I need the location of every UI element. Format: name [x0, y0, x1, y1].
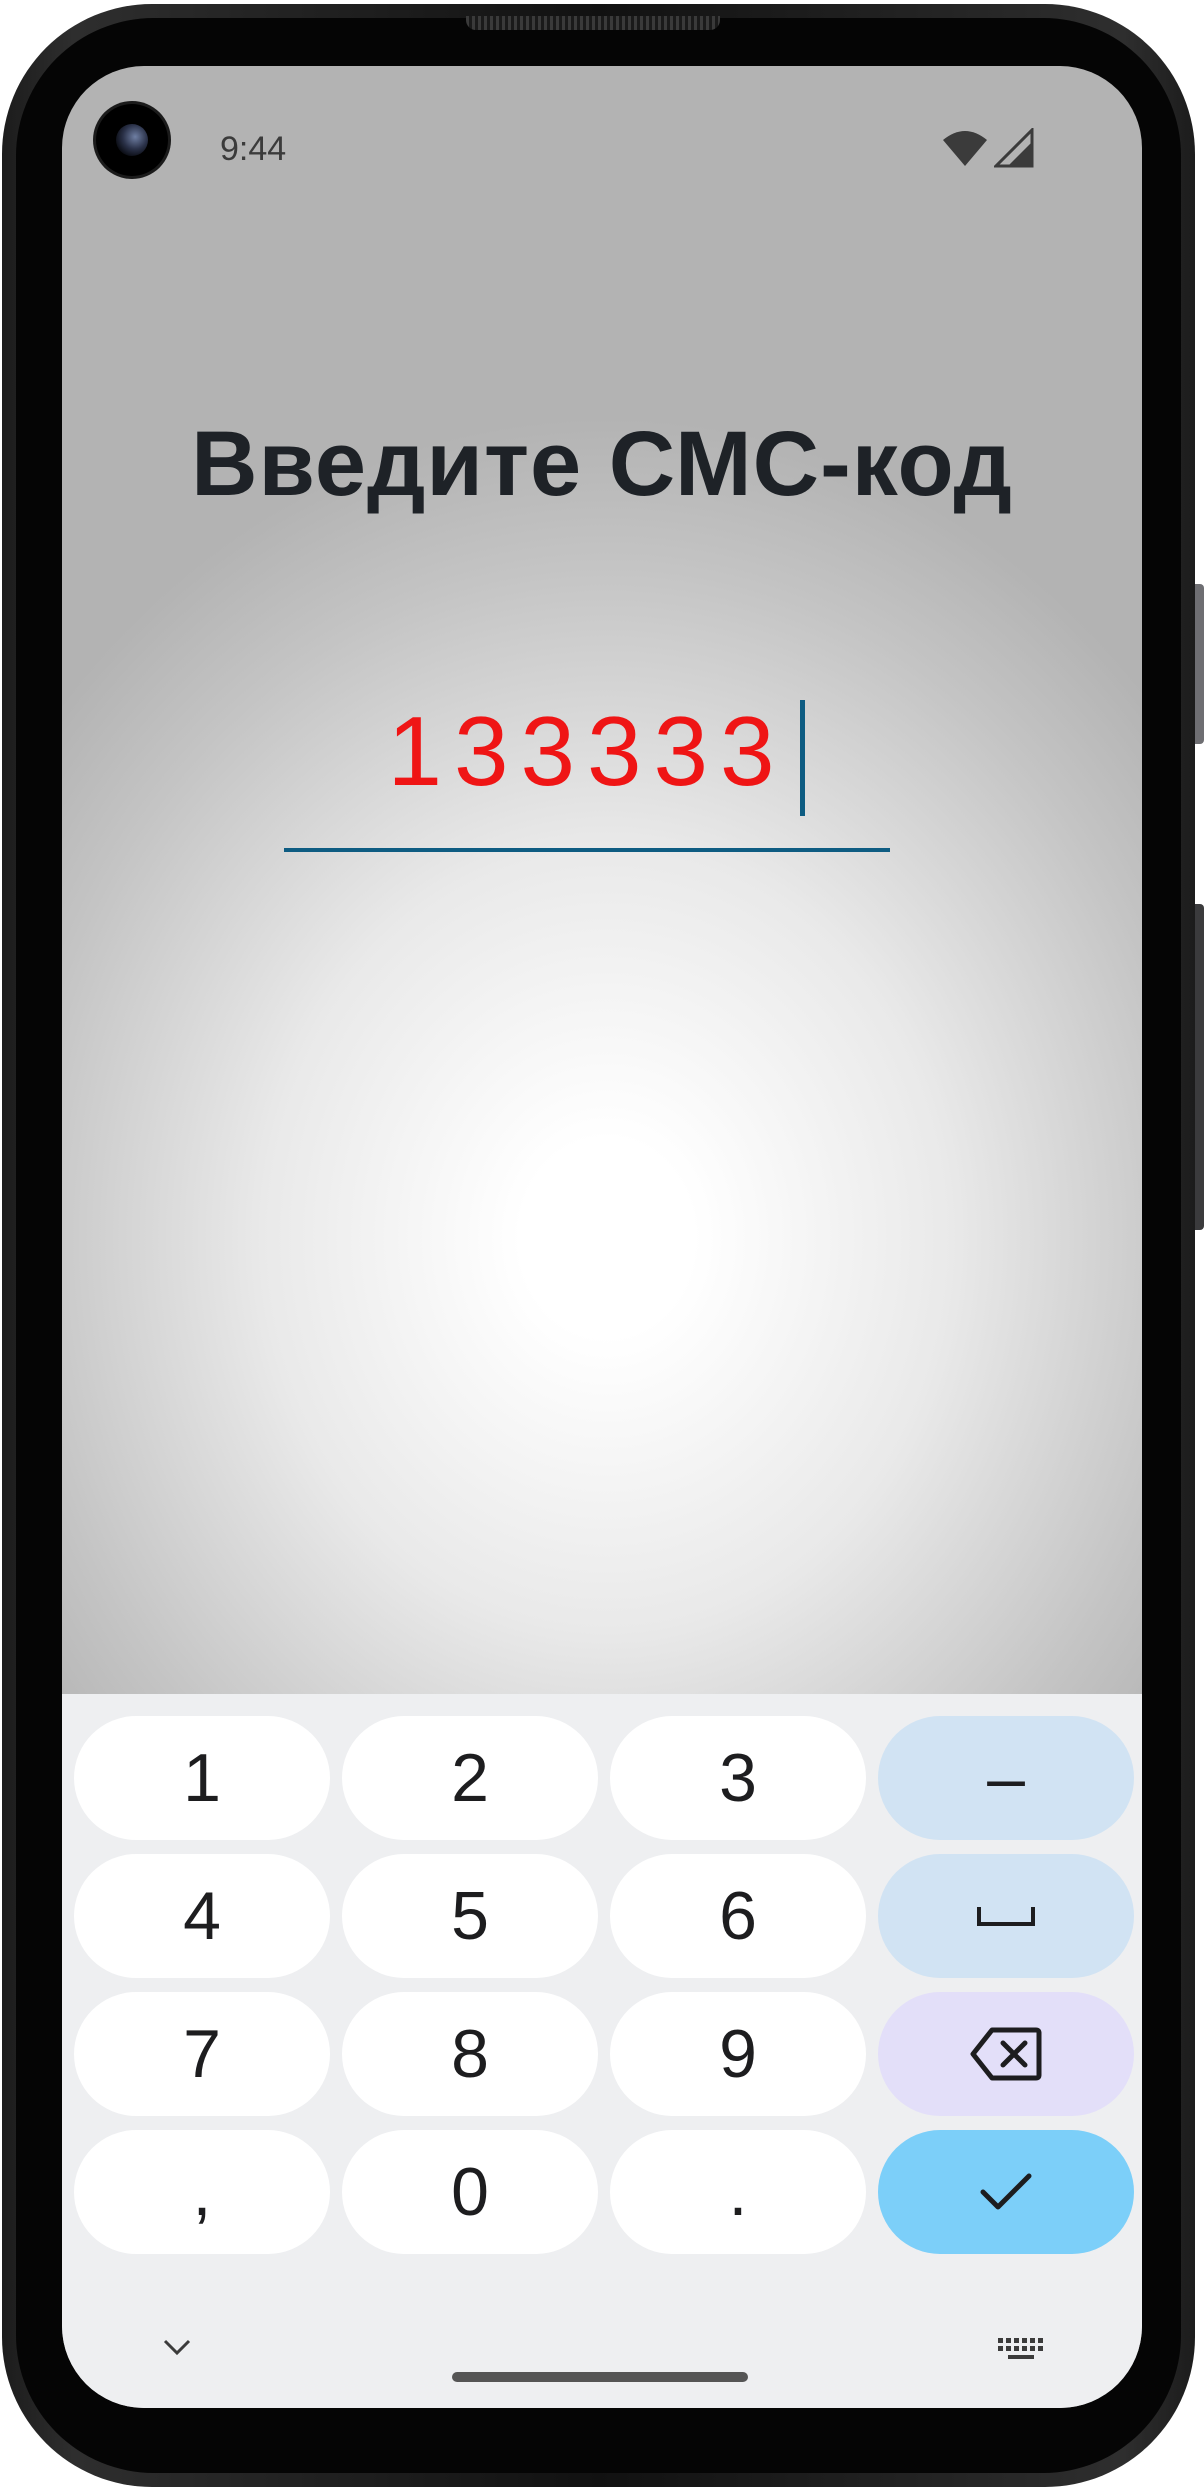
key-7[interactable]: 7: [74, 1992, 330, 2116]
key-done[interactable]: [878, 2130, 1134, 2254]
key-2[interactable]: 2: [342, 1716, 598, 1840]
phone-device: 9:44 Введите СМС-код 133333 1 2 3 – 4 5 …: [0, 0, 1204, 2491]
switch-keyboard-button[interactable]: [998, 2338, 1044, 2367]
front-camera: [96, 104, 168, 176]
key-5[interactable]: 5: [342, 1854, 598, 1978]
key-6[interactable]: 6: [610, 1854, 866, 1978]
numeric-keyboard: 1 2 3 – 4 5 6 7 8 9 , 0 .: [62, 1694, 1142, 2408]
text-cursor: [800, 700, 805, 816]
key-1[interactable]: 1: [74, 1716, 330, 1840]
cell-signal-icon: [994, 128, 1034, 168]
backspace-icon: [970, 2027, 1042, 2081]
page-title: Введите СМС-код: [191, 413, 1013, 515]
key-4[interactable]: 4: [74, 1854, 330, 1978]
hide-keyboard-button[interactable]: [162, 2338, 192, 2361]
key-8[interactable]: 8: [342, 1992, 598, 2116]
sms-code-input[interactable]: 133333: [284, 676, 890, 856]
key-9[interactable]: 9: [610, 1992, 866, 2116]
space-bar-icon: [977, 1907, 1035, 1926]
earpiece-speaker: [466, 16, 720, 30]
key-space[interactable]: [878, 1854, 1134, 1978]
power-button: [1195, 904, 1204, 1230]
status-time: 9:44: [220, 130, 287, 168]
key-period[interactable]: .: [610, 2130, 866, 2254]
wifi-icon: [943, 131, 987, 166]
key-minus[interactable]: –: [878, 1716, 1134, 1840]
keyboard-icon: [998, 2338, 1043, 2359]
input-underline: [284, 848, 890, 852]
key-backspace[interactable]: [878, 1992, 1134, 2116]
chevron-down-icon: [163, 2339, 191, 2356]
status-bar: 9:44: [62, 66, 1142, 206]
key-comma[interactable]: ,: [74, 2130, 330, 2254]
status-icons: [942, 128, 1042, 168]
phone-screen: 9:44 Введите СМС-код 133333 1 2 3 – 4 5 …: [62, 66, 1142, 2408]
checkmark-icon: [980, 2173, 1032, 2210]
home-indicator[interactable]: [452, 2372, 748, 2382]
key-3[interactable]: 3: [610, 1716, 866, 1840]
volume-button: [1195, 584, 1204, 744]
key-0[interactable]: 0: [342, 2130, 598, 2254]
